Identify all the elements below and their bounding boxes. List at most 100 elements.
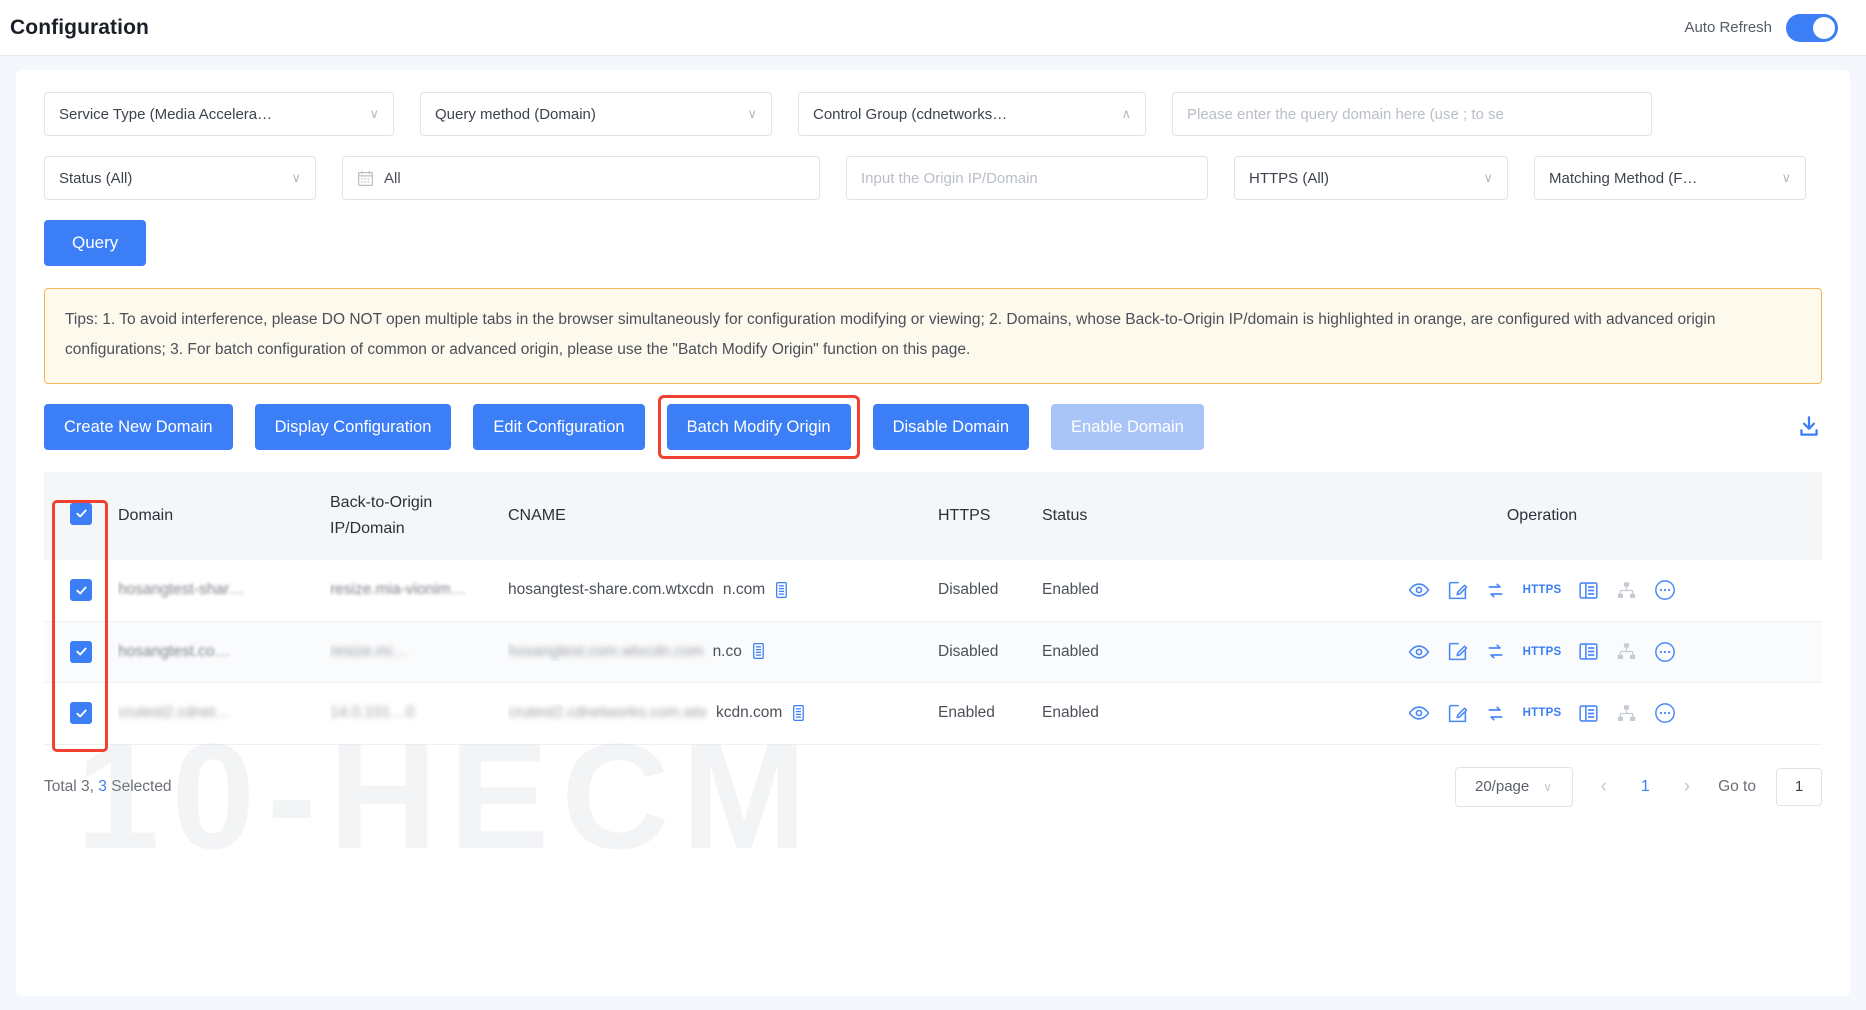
table-head: Domain Back-to-Origin IP/Domain CNAME HT…	[44, 472, 1822, 560]
list-icon[interactable]	[1578, 703, 1599, 724]
query-domain-input[interactable]: Please enter the query domain here (use …	[1172, 92, 1652, 136]
more-icon[interactable]	[1654, 579, 1676, 601]
content-card: 10-HECM Service Type (Media Accelera… ∨ …	[16, 70, 1850, 996]
list-icon[interactable]	[1578, 580, 1599, 601]
cell-https: Enabled	[938, 682, 1042, 745]
hierarchy-icon[interactable]	[1616, 580, 1637, 601]
chevron-down-icon: ∨	[369, 106, 379, 121]
pagination: 20/page ∨ ‹ 1 › Go to 1	[1454, 766, 1822, 807]
query-button[interactable]: Query	[44, 220, 147, 266]
more-icon[interactable]	[1654, 702, 1676, 724]
goto-label: Go to	[1718, 777, 1756, 795]
cname-tail: n.co	[712, 642, 742, 660]
matching-method-select[interactable]: Matching Method (F… ∨	[1534, 156, 1806, 200]
column-operation: Operation	[1262, 472, 1822, 560]
cname-wrap: hosangtest.com.wtxcdn.com n.co	[508, 642, 938, 661]
page-body: 10-HECM Service Type (Media Accelera… ∨ …	[0, 56, 1866, 1010]
control-group-value: Control Group (cdnetworks…	[813, 105, 1008, 123]
batch-modify-origin-button[interactable]: Batch Modify Origin	[666, 404, 851, 450]
action-buttons: Create New Domain Display Configuration …	[44, 395, 1822, 459]
eye-icon[interactable]	[1408, 579, 1430, 601]
page-number-1[interactable]: 1	[1635, 778, 1656, 796]
hierarchy-icon[interactable]	[1616, 641, 1637, 662]
cell-origin: 14.0.101…0	[330, 682, 508, 745]
query-method-select[interactable]: Query method (Domain) ∨	[420, 92, 772, 136]
cell-domain: hosangtest-shar…	[118, 560, 330, 622]
selected-count: 3	[98, 777, 107, 795]
next-page-button[interactable]: ›	[1676, 776, 1698, 798]
page-size-value: 20/page	[1475, 778, 1530, 795]
https-icon[interactable]: HTTPS	[1523, 584, 1562, 596]
copy-icon[interactable]	[791, 704, 808, 723]
page-size-select[interactable]: 20/page ∨	[1454, 766, 1573, 807]
row-checkbox[interactable]	[70, 579, 92, 601]
service-type-select[interactable]: Service Type (Media Accelera… ∨	[44, 92, 394, 136]
cell-https: Disabled	[938, 560, 1042, 622]
select-all-checkbox[interactable]	[70, 502, 92, 525]
date-range-picker[interactable]: All	[342, 156, 820, 200]
filters-row-1: Service Type (Media Accelera… ∨ Query me…	[44, 92, 1822, 136]
top-bar-right: Auto Refresh	[1684, 13, 1838, 42]
operation-icons: HTTPS	[1262, 702, 1822, 724]
configuration-page: Configuration Auto Refresh 10-HECM Servi…	[0, 0, 1866, 1010]
origin-ip-input[interactable]: Input the Origin IP/Domain	[846, 156, 1208, 200]
cell-operation: HTTPS	[1262, 560, 1822, 622]
eye-icon[interactable]	[1408, 702, 1430, 724]
edit-icon[interactable]	[1447, 580, 1468, 601]
cell-operation: HTTPS	[1262, 621, 1822, 683]
cname-tail: n.com	[722, 581, 766, 599]
domain-value: hosangtest.co…	[118, 642, 231, 660]
edit-icon[interactable]	[1447, 703, 1468, 724]
cell-operation: HTTPS	[1262, 682, 1822, 745]
chevron-up-icon: ∧	[1121, 106, 1131, 121]
table-header-row: Domain Back-to-Origin IP/Domain CNAME HT…	[44, 472, 1822, 560]
copy-icon[interactable]	[751, 642, 768, 661]
chevron-down-icon: ∨	[1483, 170, 1493, 185]
chevron-down-icon: ∨	[1543, 779, 1553, 794]
hierarchy-icon[interactable]	[1616, 703, 1637, 724]
chevron-down-icon: ∨	[1781, 170, 1791, 185]
https-icon[interactable]: HTTPS	[1523, 707, 1562, 719]
create-new-domain-button[interactable]: Create New Domain	[44, 404, 233, 450]
query-domain-placeholder: Please enter the query domain here (use …	[1187, 105, 1504, 123]
eye-icon[interactable]	[1408, 641, 1430, 663]
refresh-icon[interactable]	[1485, 641, 1506, 662]
origin-value: 14.0.101…0	[330, 704, 415, 722]
chevron-down-icon: ∨	[747, 106, 757, 121]
matching-method-value: Matching Method (F…	[1549, 169, 1698, 187]
copy-icon[interactable]	[774, 581, 791, 600]
chevron-down-icon: ∨	[291, 170, 301, 185]
table-body: hosangtest-shar… resize.mia-vionim… hosa…	[44, 560, 1822, 745]
edit-icon[interactable]	[1447, 641, 1468, 662]
disable-domain-button[interactable]: Disable Domain	[872, 404, 1030, 450]
origin-value: resize.mia-vionim…	[330, 581, 467, 599]
origin-ip-placeholder: Input the Origin IP/Domain	[861, 169, 1038, 187]
row-select-cell	[44, 560, 118, 622]
control-group-select[interactable]: Control Group (cdnetworks… ∧	[798, 92, 1146, 136]
table-row: crutest2.cdnet… 14.0.101…0 crutest2.cdne…	[44, 682, 1822, 745]
auto-refresh-toggle[interactable]	[1786, 13, 1838, 42]
page-title: Configuration	[10, 15, 149, 39]
status-select[interactable]: Status (All) ∨	[44, 156, 316, 200]
column-https: HTTPS	[938, 472, 1042, 560]
more-icon[interactable]	[1654, 641, 1676, 663]
display-configuration-button[interactable]: Display Configuration	[254, 404, 452, 450]
operation-icons: HTTPS	[1262, 641, 1822, 663]
edit-configuration-button[interactable]: Edit Configuration	[473, 404, 645, 450]
goto-page-input[interactable]: 1	[1776, 767, 1822, 806]
cell-origin: resize.mi…	[330, 621, 508, 683]
list-icon[interactable]	[1578, 641, 1599, 662]
prev-page-button[interactable]: ‹	[1593, 776, 1615, 798]
enable-domain-button[interactable]: Enable Domain	[1051, 404, 1204, 450]
https-select[interactable]: HTTPS (All) ∨	[1234, 156, 1508, 200]
row-checkbox[interactable]	[70, 640, 92, 663]
cell-cname: crutest2.cdnetworks.com.wtx kcdn.com	[508, 682, 938, 745]
total-label: Total 3,	[44, 777, 94, 795]
table-footer: Total 3, 3 Selected 20/page ∨ ‹ 1 › Go t…	[44, 745, 1822, 807]
download-icon[interactable]	[1796, 414, 1822, 440]
https-icon[interactable]: HTTPS	[1523, 646, 1562, 658]
cell-https: Disabled	[938, 621, 1042, 683]
row-checkbox[interactable]	[70, 702, 92, 724]
refresh-icon[interactable]	[1485, 580, 1506, 601]
refresh-icon[interactable]	[1485, 703, 1506, 724]
